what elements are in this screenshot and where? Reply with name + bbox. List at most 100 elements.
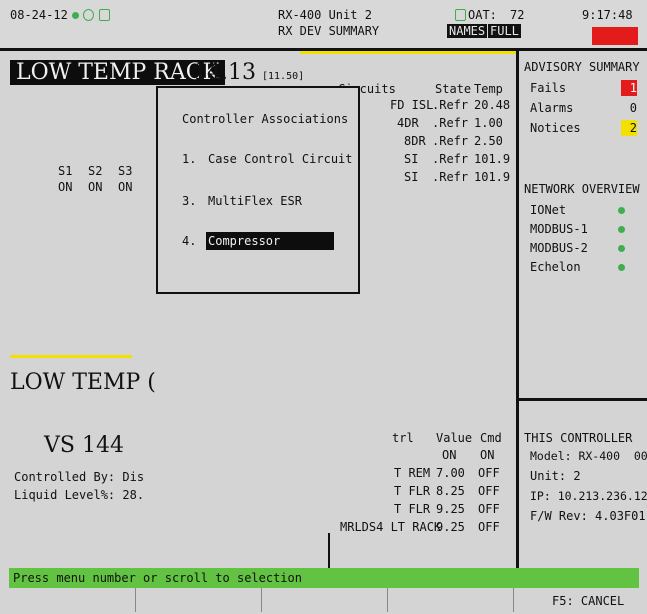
names-badge[interactable]: NAMES	[447, 24, 488, 38]
right-panel-hdivider	[519, 398, 647, 401]
circuit-state: .Refr	[432, 98, 469, 112]
menu-item-case-control-circuit[interactable]: 1. Case Control Circuit	[182, 152, 353, 166]
circuit-name: SI	[404, 170, 419, 184]
controls-header-value: Value	[436, 431, 473, 445]
device-name: RX-400 Unit 2	[278, 8, 372, 22]
full-badge[interactable]: FULL	[488, 24, 521, 38]
section-marker-top	[300, 51, 516, 54]
network-label: Echelon	[530, 260, 581, 274]
function-key-bar: F5: CANCEL	[9, 588, 639, 612]
circuit-name: SI	[404, 152, 419, 166]
controls-name: T FLR	[394, 484, 431, 498]
controller-ip: IP: 10.213.236.128	[530, 489, 647, 503]
controls-name: T FLR	[394, 502, 431, 516]
controls-name: T REM	[394, 466, 431, 480]
menu-item-label: Compressor	[206, 232, 334, 250]
network-item-ionet[interactable]: IONet	[530, 203, 630, 217]
circuit-state: .Refr	[432, 152, 469, 166]
controller-model: Model: RX-400 00	[530, 449, 647, 463]
f4-key[interactable]	[388, 588, 513, 612]
circuit-name: FD ISL	[390, 98, 434, 112]
sensor-label-3: S3	[118, 164, 133, 178]
controls-row[interactable]: T FLR 9.25 OFF	[330, 502, 516, 516]
circuit-state: .Refr	[432, 116, 469, 130]
right-panel-divider	[516, 51, 519, 568]
device-icon[interactable]	[99, 9, 110, 21]
alarms-count: 0	[629, 101, 637, 115]
oat-value: 72	[510, 8, 525, 22]
sensor-label-1: S1	[58, 164, 73, 178]
advisory-row-notices[interactable]: Notices 2	[530, 120, 638, 136]
section-marker	[10, 355, 132, 358]
f3-key[interactable]	[262, 588, 387, 612]
date-text: 08-24-12	[10, 8, 68, 22]
controller-associations-dialog: Controller Associations 1. Case Control …	[156, 86, 360, 294]
menu-item-number: 4.	[182, 234, 197, 248]
circuit-temp: 101.9	[474, 170, 511, 184]
f1-key[interactable]	[9, 588, 135, 612]
controls-divider	[328, 533, 330, 568]
network-item-echelon[interactable]: Echelon	[530, 260, 630, 274]
controls-cmd: OFF	[478, 466, 500, 480]
controls-cmd: OFF	[478, 502, 500, 516]
controls-value: 8.25	[436, 484, 465, 498]
rack-setpoint: [11.50]	[262, 71, 305, 82]
sensor-state-2: ON	[88, 180, 103, 194]
menu-item-multiflex-esr[interactable]: 3. MultiFlex ESR	[182, 194, 342, 208]
refresh-icon[interactable]	[83, 9, 94, 21]
network-label: MODBUS-1	[530, 222, 588, 236]
circuit-name: 8DR	[404, 134, 426, 148]
menu-item-label: Case Control Circuit	[208, 152, 353, 166]
network-title: NETWORK OVERVIEW	[524, 182, 640, 196]
menu-item-number: 3.	[182, 194, 197, 208]
state-header: State	[435, 82, 472, 96]
controlled-by: Controlled By: Dis	[14, 470, 145, 484]
advisory-label: Alarms	[530, 101, 574, 115]
controls-header-cmd: Cmd	[480, 431, 502, 445]
controls-value: 9.25	[436, 520, 465, 534]
network-label: MODBUS-2	[530, 241, 588, 255]
fails-count-badge: 1	[621, 80, 637, 96]
advisory-row-alarms[interactable]: Alarms 0	[530, 100, 638, 116]
online-status-icon	[618, 245, 625, 252]
controls-row[interactable]: T FLR 8.25 OFF	[330, 484, 516, 498]
controls-cmd: OFF	[478, 484, 500, 498]
section-title[interactable]: LOW TEMP (	[10, 370, 156, 396]
controls-row[interactable]: MRLDS4 LT RACK 9.25 OFF	[330, 520, 516, 534]
liquid-level: Liquid Level%: 28.	[14, 488, 145, 502]
vs-label: VS 144	[44, 433, 124, 458]
network-item-modbus-1[interactable]: MODBUS-1	[530, 222, 630, 236]
dialog-title: Controller Associations	[182, 112, 349, 126]
advisory-label: Notices	[530, 121, 581, 135]
controls-sub-cmd: ON	[480, 448, 495, 462]
network-label: IONet	[530, 203, 567, 217]
advisory-row-fails[interactable]: Fails 1	[530, 80, 638, 96]
controls-value: 9.25	[436, 502, 465, 516]
notices-count-badge: 2	[621, 120, 637, 136]
controller-unit: Unit: 2	[530, 469, 581, 483]
f5-label: F5: CANCEL	[552, 594, 625, 608]
f5-cancel-key[interactable]: F5: CANCEL	[514, 588, 639, 612]
alarm-indicator[interactable]	[592, 27, 638, 45]
header-bar: 08-24-12 RX-400 Unit 2 RX DEV SUMMARY OA…	[0, 0, 647, 48]
circuit-temp: 101.9	[474, 152, 511, 166]
menu-item-label: MultiFlex ESR	[208, 194, 302, 208]
controller-title: THIS CONTROLLER	[524, 431, 633, 445]
menu-item-compressor[interactable]: 4. Compressor	[182, 232, 342, 250]
circuit-state: .Refr	[432, 170, 469, 184]
controls-cmd: OFF	[478, 520, 500, 534]
battery-icon	[455, 9, 466, 21]
circuit-temp: 20.48	[474, 98, 511, 112]
circuit-state: .Refr	[432, 134, 469, 148]
f2-key[interactable]	[136, 588, 261, 612]
status-led-icon	[72, 12, 79, 19]
controls-header-trl: trl	[392, 431, 414, 445]
advisory-label: Fails	[530, 81, 567, 95]
screen-title: RX DEV SUMMARY	[278, 24, 380, 38]
controls-row[interactable]: T REM 7.00 OFF	[330, 466, 516, 480]
rack-value: 14.13	[193, 60, 256, 85]
status-bar: Press menu number or scroll to selection	[9, 568, 639, 588]
network-item-modbus-2[interactable]: MODBUS-2	[530, 241, 630, 255]
controls-name: MRLDS4 LT RACK	[340, 520, 442, 534]
oat-label: OAT:	[468, 8, 497, 22]
